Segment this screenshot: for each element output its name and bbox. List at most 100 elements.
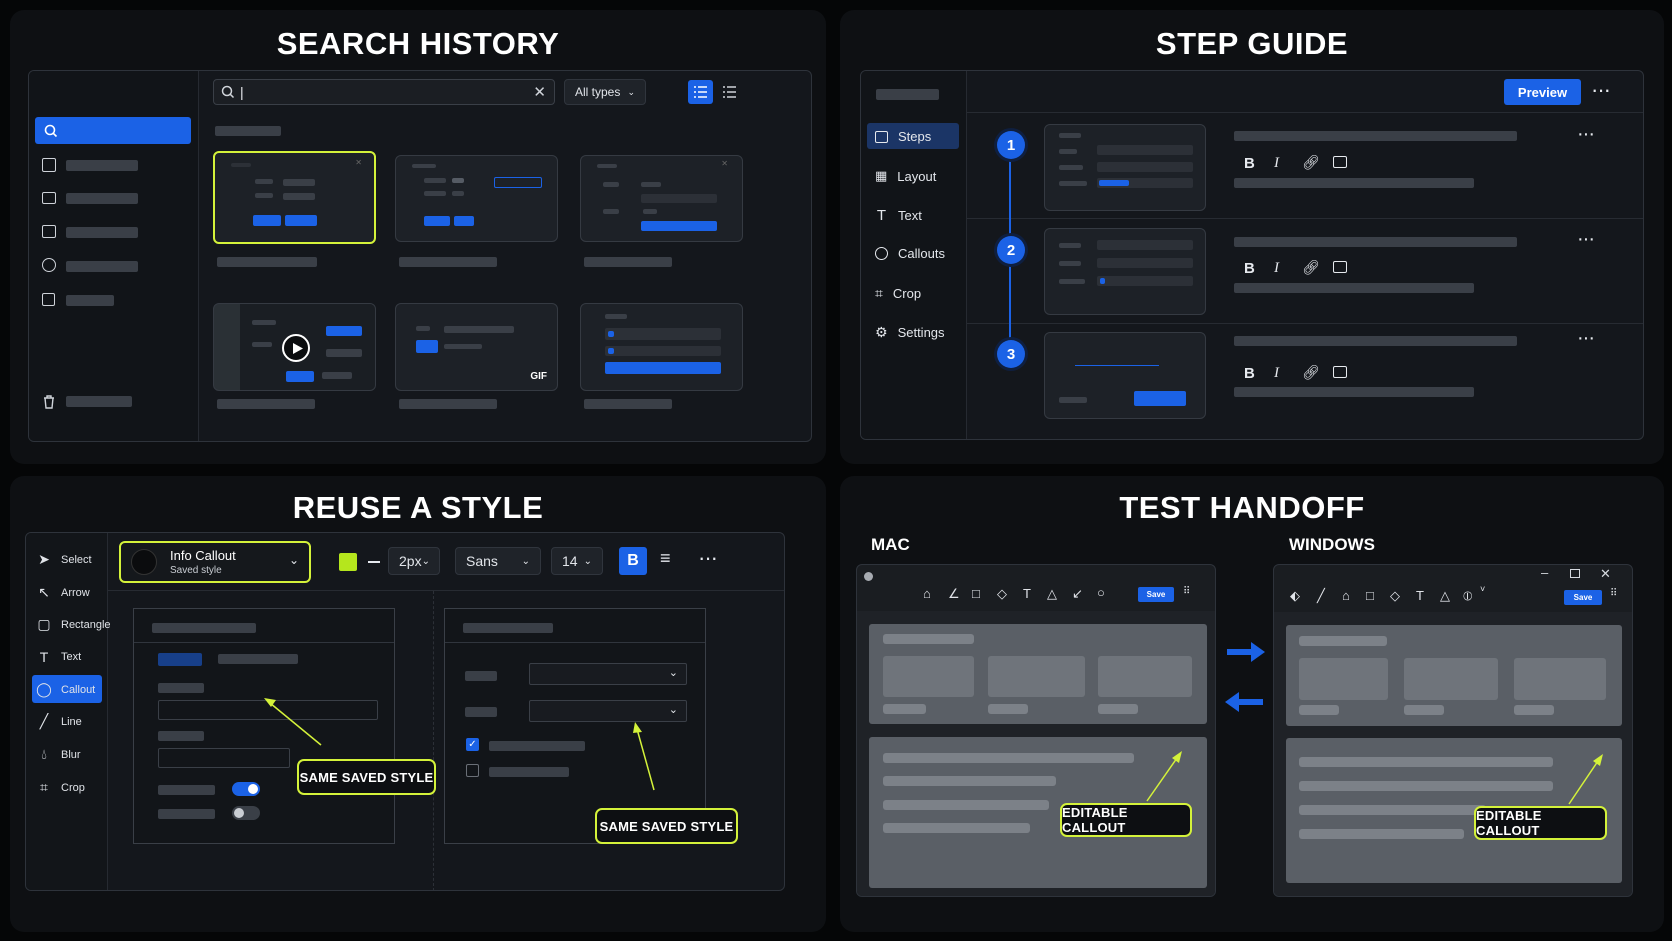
layout-icon: ▦ xyxy=(875,168,888,183)
search-history-window: | ✕ All types ⌄ ✕ ✕ GIF xyxy=(28,70,812,442)
test-handoff-panel: TEST HANDOFF MAC WINDOWS ⌂ ∠ □ ◇ T △ ↙ ○… xyxy=(840,476,1664,932)
step-number-3[interactable]: 3 xyxy=(997,340,1025,368)
step-number-2[interactable]: 2 xyxy=(997,236,1025,264)
editable-callout-windows[interactable]: EDITABLE CALLOUT xyxy=(1474,806,1607,840)
type-filter-dropdown[interactable]: All types ⌄ xyxy=(564,79,646,105)
sidebar-item[interactable] xyxy=(66,227,138,238)
italic-button[interactable]: I xyxy=(1274,365,1279,382)
style-callout-right[interactable]: SAME SAVED STYLE xyxy=(595,808,738,844)
nav-item-text[interactable]: T Text xyxy=(875,207,922,224)
step-title[interactable] xyxy=(1234,237,1517,247)
list-format-icon[interactable] xyxy=(1333,261,1347,273)
editable-callout-mac[interactable]: EDITABLE CALLOUT xyxy=(1060,803,1192,837)
close-icon: ✕ xyxy=(721,159,728,168)
list-format-icon[interactable] xyxy=(1333,156,1347,168)
close-icon: ✕ xyxy=(355,158,362,167)
nav-item-layout[interactable]: ▦ Layout xyxy=(875,168,936,184)
panel-title: TEST HANDOFF xyxy=(1119,490,1365,525)
gear-icon: ⚙ xyxy=(875,324,888,340)
reuse-style-panel: REUSE A STYLE ➤ Select ↖ Arrow ▢ Rectangle … xyxy=(10,476,826,932)
history-thumbnail[interactable]: ✕ xyxy=(580,155,743,242)
sidebar-item[interactable] xyxy=(66,396,132,407)
list-view-icon[interactable] xyxy=(722,85,737,99)
history-thumbnail[interactable] xyxy=(580,303,743,391)
italic-button[interactable]: I xyxy=(1274,260,1279,277)
sidebar-item[interactable] xyxy=(66,160,138,171)
sidebar-item[interactable] xyxy=(66,261,138,272)
style-callout-left[interactable]: SAME SAVED STYLE xyxy=(297,759,436,795)
mac-label: MAC xyxy=(871,535,910,554)
sidebar-item[interactable] xyxy=(66,295,114,306)
preview-button[interactable]: Preview xyxy=(1504,79,1581,105)
step-guide-panel: STEP GUIDE Steps ▦ Layout T Text Callout… xyxy=(840,10,1664,464)
search-value: | xyxy=(240,84,244,100)
windows-label: WINDOWS xyxy=(1289,535,1375,554)
grid-view-button[interactable] xyxy=(688,80,713,104)
sidebar-header xyxy=(876,89,939,100)
bold-button[interactable]: B xyxy=(1244,365,1255,382)
list-view-icon xyxy=(694,86,707,98)
link-icon[interactable]: 🔗︎ xyxy=(1302,259,1320,276)
steps-icon xyxy=(875,130,888,143)
search-icon xyxy=(44,124,58,138)
step-more-icon[interactable]: ··· xyxy=(1577,228,1595,251)
panel-title: SEARCH HISTORY xyxy=(276,26,560,61)
document-icon[interactable] xyxy=(42,293,55,306)
history-thumbnail[interactable] xyxy=(213,303,376,391)
step-title[interactable] xyxy=(1234,336,1517,346)
step-screenshot[interactable] xyxy=(1044,228,1206,315)
nav-item-steps[interactable]: Steps xyxy=(875,129,931,144)
text-icon: T xyxy=(876,207,887,224)
panel-title: STEP GUIDE xyxy=(1155,26,1349,61)
history-thumbnail[interactable] xyxy=(395,155,558,242)
nav-item-settings[interactable]: ⚙ Settings xyxy=(875,324,945,341)
gallery-icon[interactable] xyxy=(42,225,56,238)
chevron-down-icon: ⌄ xyxy=(627,86,635,97)
link-icon[interactable]: 🔗︎ xyxy=(1302,154,1320,171)
callout-arrow xyxy=(1568,754,1603,805)
play-icon[interactable] xyxy=(282,334,310,362)
clear-icon[interactable]: ✕ xyxy=(533,83,546,101)
step-description[interactable] xyxy=(1234,283,1474,293)
crop-icon: ⌗ xyxy=(875,285,883,301)
more-options-icon[interactable]: ··· xyxy=(1591,77,1611,103)
panel-title: REUSE A STYLE xyxy=(292,490,544,525)
list-format-icon[interactable] xyxy=(1333,366,1347,378)
step-description[interactable] xyxy=(1234,178,1474,188)
step-number-1[interactable]: 1 xyxy=(997,131,1025,159)
callout-icon xyxy=(875,247,888,260)
search-input[interactable]: | ✕ xyxy=(213,79,555,105)
type-filter-value: All types xyxy=(575,85,621,99)
image-icon[interactable] xyxy=(42,158,56,172)
italic-button[interactable]: I xyxy=(1274,155,1279,172)
step-description[interactable] xyxy=(1234,387,1474,397)
link-icon[interactable]: 🔗︎ xyxy=(1302,364,1320,381)
history-thumbnail[interactable]: GIF xyxy=(395,303,558,391)
mac-window: ⌂ ∠ □ ◇ T △ ↙ ○ Save ⠿ EDITABLE CALLOUT xyxy=(856,564,1216,897)
thumbnail-caption xyxy=(584,257,672,267)
search-icon xyxy=(221,85,235,99)
step-title[interactable] xyxy=(1234,131,1517,141)
nav-item-crop[interactable]: ⌗ Crop xyxy=(875,285,921,302)
sync-arrows-icon xyxy=(1225,642,1265,712)
sidebar xyxy=(29,71,199,441)
sidebar-item[interactable] xyxy=(66,193,138,204)
step-screenshot[interactable] xyxy=(1044,124,1206,211)
history-thumbnail[interactable]: ✕ xyxy=(213,151,376,244)
thumbnail-caption xyxy=(399,257,497,267)
step-screenshot[interactable] xyxy=(1044,332,1206,419)
step-more-icon[interactable]: ··· xyxy=(1577,123,1595,146)
sidebar-item-search[interactable] xyxy=(35,117,191,144)
globe-icon[interactable] xyxy=(42,258,56,272)
bold-button[interactable]: B xyxy=(1244,155,1255,172)
section-label xyxy=(215,126,281,136)
step-guide-sidebar: Steps ▦ Layout T Text Callouts ⌗ Crop ⚙ … xyxy=(861,71,967,439)
thumbnail-caption xyxy=(217,399,315,409)
bold-button[interactable]: B xyxy=(1244,260,1255,277)
step-more-icon[interactable]: ··· xyxy=(1577,327,1595,350)
reuse-style-window: ➤ Select ↖ Arrow ▢ Rectangle T Text ◯ Callout… xyxy=(25,532,785,891)
video-icon[interactable] xyxy=(42,192,56,204)
nav-item-callouts[interactable]: Callouts xyxy=(875,246,945,261)
step-guide-window: Steps ▦ Layout T Text Callouts ⌗ Crop ⚙ … xyxy=(860,70,1644,440)
trash-icon[interactable] xyxy=(42,394,56,409)
